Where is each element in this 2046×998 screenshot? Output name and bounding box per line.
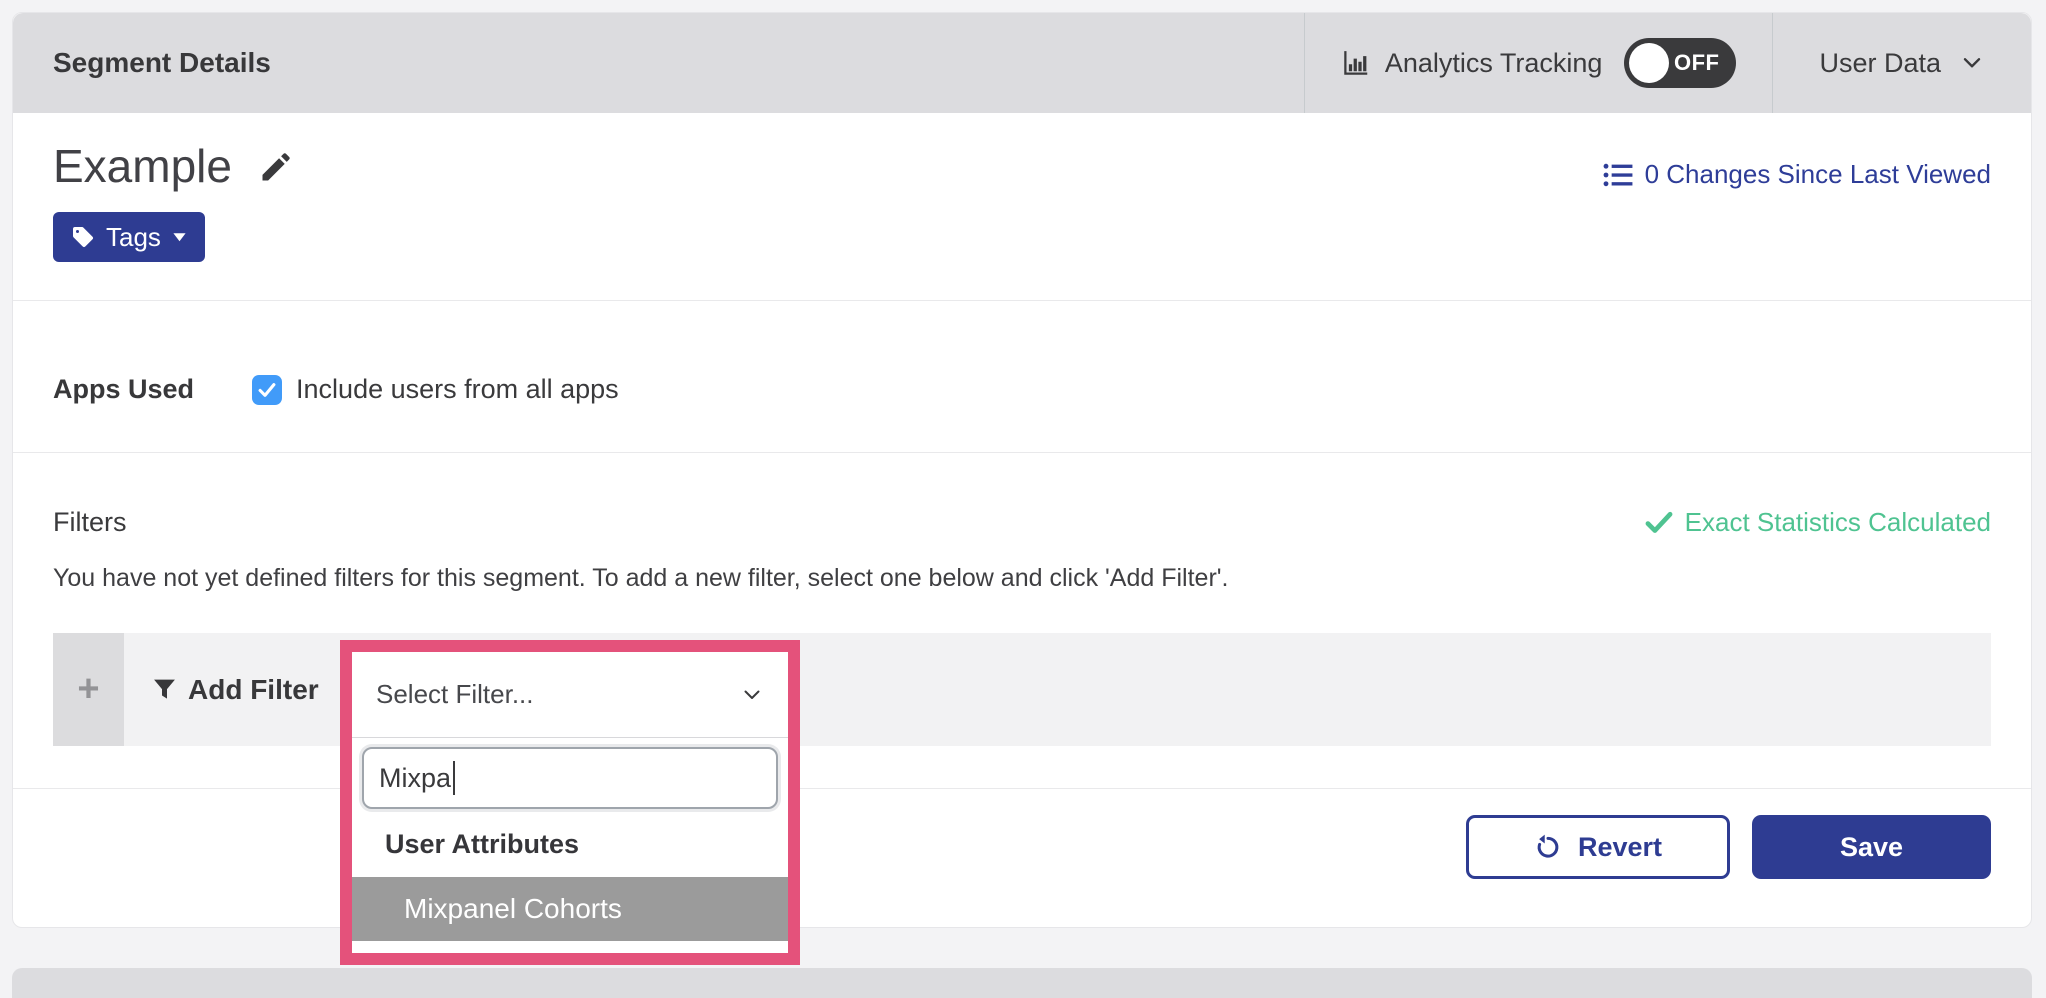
check-icon [256, 379, 278, 401]
page-title: Segment Details [53, 47, 271, 79]
toggle-knob [1629, 43, 1669, 83]
changes-link[interactable]: 0 Changes Since Last Viewed [1603, 159, 1991, 190]
tags-button[interactable]: Tags [53, 212, 205, 262]
add-filter-plus-button[interactable]: + [53, 633, 124, 746]
analytics-tracking-toggle[interactable]: OFF [1624, 38, 1736, 88]
user-data-menu[interactable]: User Data [1773, 13, 2031, 113]
filter-select-highlight-annotation: Select Filter... Mixpa User Attributes M… [340, 640, 800, 965]
apps-used-section: Apps Used Include users from all apps [13, 301, 2031, 452]
header-right: Analytics Tracking OFF User Data [1304, 13, 2031, 113]
dropdown-option-mixpanel-cohorts[interactable]: Mixpanel Cohorts [352, 877, 788, 941]
divider [13, 788, 2031, 789]
filter-select-value: Select Filter... [376, 679, 534, 710]
segment-details-card: Segment Details Analytics Tracking OFF [12, 12, 2032, 928]
revert-button[interactable]: Revert [1466, 815, 1730, 879]
check-icon [1645, 511, 1673, 535]
chevron-down-icon [1959, 50, 1985, 76]
filter-search-input[interactable]: Mixpa [362, 747, 778, 809]
revert-label: Revert [1578, 832, 1662, 863]
text-cursor [453, 761, 455, 795]
include-all-apps-checkbox[interactable] [252, 375, 282, 405]
filter-search-value: Mixpa [379, 763, 451, 794]
save-button[interactable]: Save [1752, 815, 1991, 879]
add-filter-label: Add Filter [152, 633, 319, 746]
status-label: Exact Statistics Calculated [1685, 507, 1991, 538]
toggle-state-label: OFF [1674, 50, 1720, 76]
bar-chart-icon [1341, 48, 1371, 78]
chevron-down-icon [740, 683, 764, 707]
tags-button-label: Tags [106, 222, 161, 253]
next-section-strip [12, 968, 2032, 998]
save-label: Save [1840, 832, 1903, 862]
exact-statistics-status: Exact Statistics Calculated [1645, 507, 1991, 538]
title-section: Example Tags [13, 113, 2031, 300]
changes-link-label: 0 Changes Since Last Viewed [1645, 159, 1991, 190]
filter-dropdown-panel: Mixpa User Attributes Mixpanel Cohorts [352, 738, 788, 941]
filter-select[interactable]: Select Filter... [352, 652, 788, 738]
tag-icon [71, 225, 95, 249]
caret-down-icon [172, 231, 187, 243]
plus-icon: + [77, 668, 99, 711]
card-header: Segment Details Analytics Tracking OFF [13, 13, 2031, 113]
apps-used-label: Apps Used [53, 374, 194, 405]
undo-icon [1534, 833, 1562, 861]
filters-section: Filters Exact Statistics Calculated You … [13, 453, 2031, 929]
filters-description: You have not yet defined filters for thi… [53, 564, 1991, 593]
segment-name: Example [53, 139, 232, 194]
filters-heading: Filters [53, 507, 127, 538]
analytics-tracking-group: Analytics Tracking OFF [1305, 13, 1773, 113]
pencil-edit-icon[interactable] [258, 149, 294, 185]
include-all-apps-label: Include users from all apps [296, 374, 619, 405]
user-data-label: User Data [1819, 48, 1941, 79]
filter-funnel-icon [152, 677, 177, 702]
dropdown-group-user-attributes: User Attributes [352, 827, 788, 861]
list-icon [1603, 161, 1633, 189]
analytics-tracking-label: Analytics Tracking [1385, 48, 1603, 79]
